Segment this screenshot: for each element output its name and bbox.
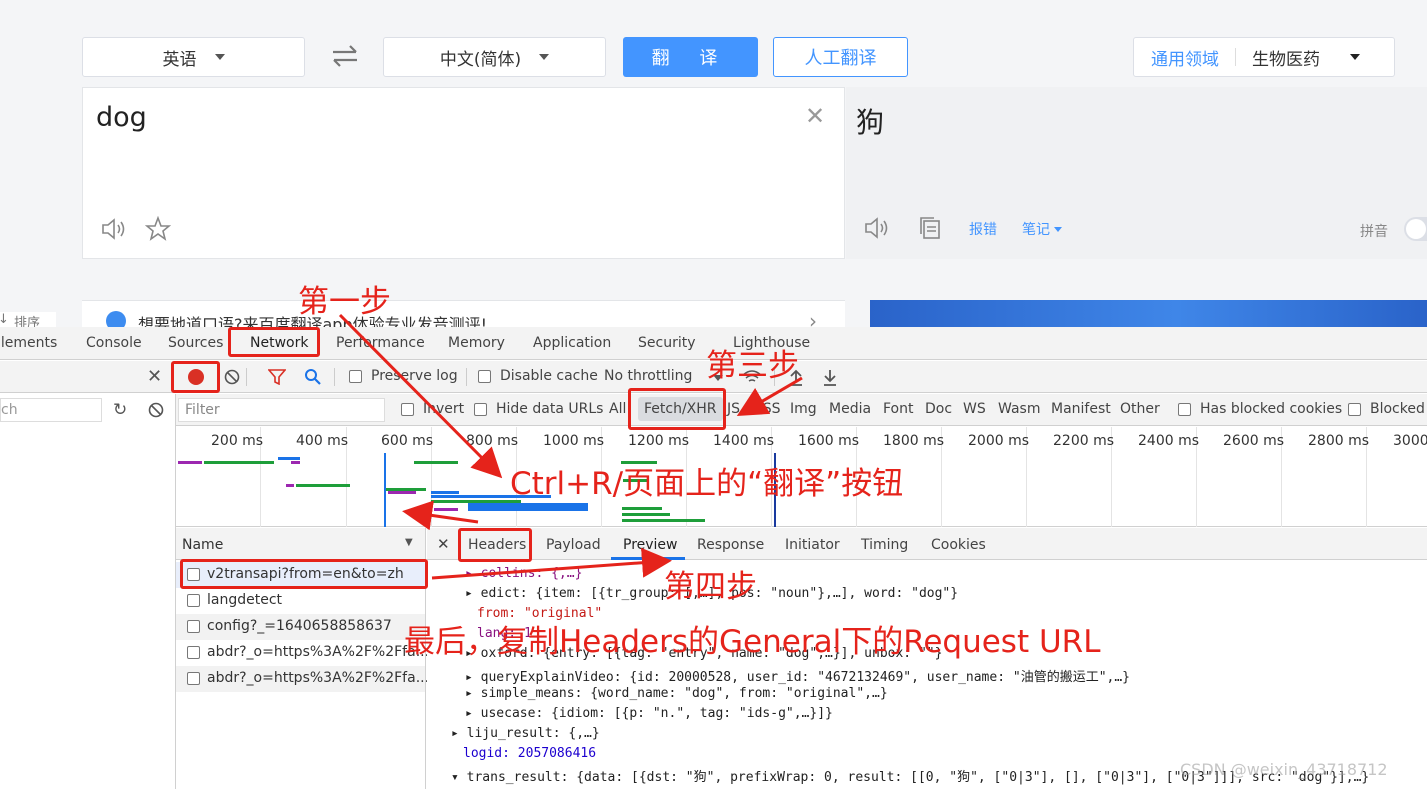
watermark: CSDN @weixin_43718712 xyxy=(1180,760,1388,779)
annotation-step1: 第一步 xyxy=(298,284,391,320)
annotation-step4: 第四步 xyxy=(664,569,757,605)
annotation-step3: 第三步 xyxy=(706,348,799,384)
annotation-final: 最后，复制Headers的General下的Request URL xyxy=(404,624,1101,660)
annotation-arrows xyxy=(338,313,803,580)
annotation-step-trigger: Ctrl+R/页面上的“翻译”按钮 xyxy=(510,466,904,502)
